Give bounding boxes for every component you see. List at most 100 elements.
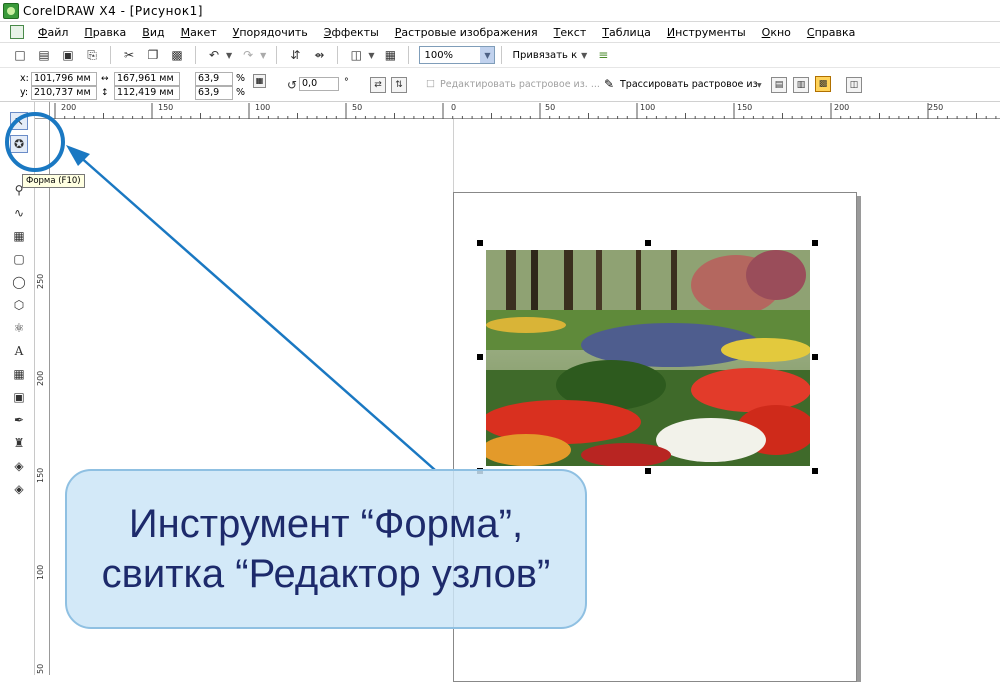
selection-handle[interactable] — [645, 468, 651, 474]
eyedropper-tool-icon[interactable]: ✒ — [10, 411, 28, 429]
snap-to-menu[interactable]: Привязать к — [512, 50, 577, 61]
mirror-horizontal-icon[interactable]: ⇄ — [370, 77, 386, 93]
title-bar: CorelDRAW X4 - [Рисунок1] — [0, 0, 1000, 22]
toolbar-separator — [110, 46, 111, 64]
height-field[interactable]: 112,419 мм — [114, 86, 180, 100]
ruler-label: 50 — [352, 103, 363, 112]
menu-bitmaps[interactable]: Растровые изображения — [387, 26, 546, 39]
menu-file[interactable]: Файл — [30, 26, 76, 39]
menu-text[interactable]: Текст — [546, 26, 595, 39]
width-icon: ↔ — [101, 74, 109, 84]
ruler-label: 250 — [928, 103, 944, 112]
width-field[interactable]: 167,961 мм — [114, 72, 180, 86]
edit-bitmap-button[interactable]: Редактировать растровое из. ... — [440, 79, 600, 90]
zoom-level-select[interactable]: 100% ▼ — [419, 46, 496, 64]
ruler-label: 200 — [61, 103, 77, 112]
ruler-label: 100 — [36, 564, 45, 580]
options-icon[interactable]: ≡ — [593, 45, 613, 65]
welcome-icon[interactable]: ▦ — [380, 45, 400, 65]
y-position-field[interactable]: 210,737 мм — [31, 86, 97, 100]
ellipse-tool-icon[interactable]: ◯ — [10, 273, 28, 291]
ruler-label: 150 — [36, 467, 45, 483]
percent-label: % — [236, 73, 246, 84]
menu-table[interactable]: Таблица — [594, 26, 659, 39]
vertical-ruler[interactable]: 250 200 150 100 50 — [35, 119, 50, 675]
copy-icon[interactable]: ❐ — [143, 45, 163, 65]
undo-dropdown-icon[interactable]: ▼ — [226, 51, 232, 60]
import-icon[interactable]: ⇵ — [285, 45, 305, 65]
redo-dropdown-icon[interactable]: ▼ — [260, 51, 266, 60]
edit-bitmap-icon: □ — [426, 78, 435, 89]
ruler-corner[interactable] — [35, 102, 50, 119]
export-icon[interactable]: ⇴ — [309, 45, 329, 65]
arrowhead-icon — [66, 145, 90, 166]
app-launcher-icon[interactable]: ◫ — [346, 45, 366, 65]
x-position-field[interactable]: 101,796 мм — [31, 72, 97, 86]
wrap-text-active-icon[interactable]: ▩ — [815, 76, 831, 92]
document-icon[interactable] — [10, 25, 24, 39]
interactive-fill-tool-icon[interactable]: ◈ — [10, 480, 28, 498]
menu-view[interactable]: Вид — [134, 26, 172, 39]
toolbar-separator — [408, 46, 410, 64]
menu-tools[interactable]: Инструменты — [659, 26, 754, 39]
mirror-vertical-icon[interactable]: ⇅ — [391, 77, 407, 93]
app-launcher-dropdown-icon[interactable]: ▼ — [368, 51, 374, 60]
open-icon[interactable]: ▤ — [34, 45, 54, 65]
menu-layout[interactable]: Макет — [173, 26, 225, 39]
menu-help[interactable]: Справка — [799, 26, 863, 39]
selection-handle[interactable] — [477, 240, 483, 246]
ruler-label: 250 — [36, 273, 45, 289]
paste-icon[interactable]: ▩ — [167, 45, 187, 65]
ruler-label: 100 — [640, 103, 656, 112]
redo-icon[interactable]: ↷ — [238, 45, 258, 65]
toolbar-separator — [501, 46, 503, 64]
scale-x-field[interactable]: 63,9 — [195, 72, 233, 86]
polygon-tool-icon[interactable]: ⬡ — [10, 296, 28, 314]
bitmap-image[interactable] — [486, 250, 810, 466]
freehand-tool-icon[interactable]: ∿ — [10, 204, 28, 222]
ruler-label: 150 — [158, 103, 174, 112]
selection-handle[interactable] — [812, 240, 818, 246]
selection-handle[interactable] — [812, 468, 818, 474]
wrap-text-icon[interactable]: ▤ — [771, 77, 787, 93]
selection-handle[interactable] — [812, 354, 818, 360]
menu-edit[interactable]: Правка — [76, 26, 134, 39]
menu-effects[interactable]: Эффекты — [316, 26, 387, 39]
undo-icon[interactable]: ↶ — [204, 45, 224, 65]
basic-shapes-tool-icon[interactable]: ⚛ — [10, 319, 28, 337]
degree-label: ° — [344, 77, 349, 88]
shape-tool-icon[interactable]: ✪ — [10, 135, 28, 153]
interactive-tool-icon[interactable]: ▣ — [10, 388, 28, 406]
ruler-label: 150 — [737, 103, 753, 112]
percent-label: % — [236, 87, 246, 98]
scale-y-field[interactable]: 63,9 — [195, 86, 233, 100]
table-tool-icon[interactable]: ▦ — [10, 365, 28, 383]
outline-tool-icon[interactable]: ♜ — [10, 434, 28, 452]
new-icon[interactable]: □ — [10, 45, 30, 65]
pick-tool-icon[interactable]: ↖ — [10, 112, 28, 130]
cut-icon[interactable]: ✂ — [119, 45, 139, 65]
print-icon[interactable]: ⎘ — [82, 45, 102, 65]
horizontal-ruler-ticks — [54, 103, 997, 119]
rotation-field[interactable]: 0,0 — [299, 77, 339, 91]
toolbar-separator — [195, 46, 196, 64]
menu-window[interactable]: Окно — [754, 26, 799, 39]
trace-bitmap-icon: ✎ — [604, 77, 615, 91]
rectangle-tool-icon[interactable]: ▢ — [10, 250, 28, 268]
trace-bitmap-button[interactable]: Трассировать растровое из. — [620, 79, 761, 90]
selection-handle[interactable] — [477, 354, 483, 360]
chevron-down-icon[interactable]: ▼ — [480, 47, 495, 63]
trace-dropdown-icon[interactable]: ▼ — [757, 82, 762, 89]
to-front-icon[interactable]: ◫ — [846, 77, 862, 93]
selection-handle[interactable] — [645, 240, 651, 246]
wrap-text-2-icon[interactable]: ▥ — [793, 77, 809, 93]
snap-dropdown-icon[interactable]: ▼ — [581, 51, 587, 60]
lock-ratio-icon[interactable]: ▦ — [253, 74, 266, 88]
save-icon[interactable]: ▣ — [58, 45, 78, 65]
ruler-label: 100 — [255, 103, 271, 112]
horizontal-ruler[interactable]: 200 150 100 50 0 50 100 150 200 250 — [50, 102, 1000, 119]
smart-fill-tool-icon[interactable]: ▦ — [10, 227, 28, 245]
menu-arrange[interactable]: Упорядочить — [225, 26, 316, 39]
text-tool-icon[interactable]: A — [10, 342, 28, 360]
fill-tool-icon[interactable]: ◈ — [10, 457, 28, 475]
